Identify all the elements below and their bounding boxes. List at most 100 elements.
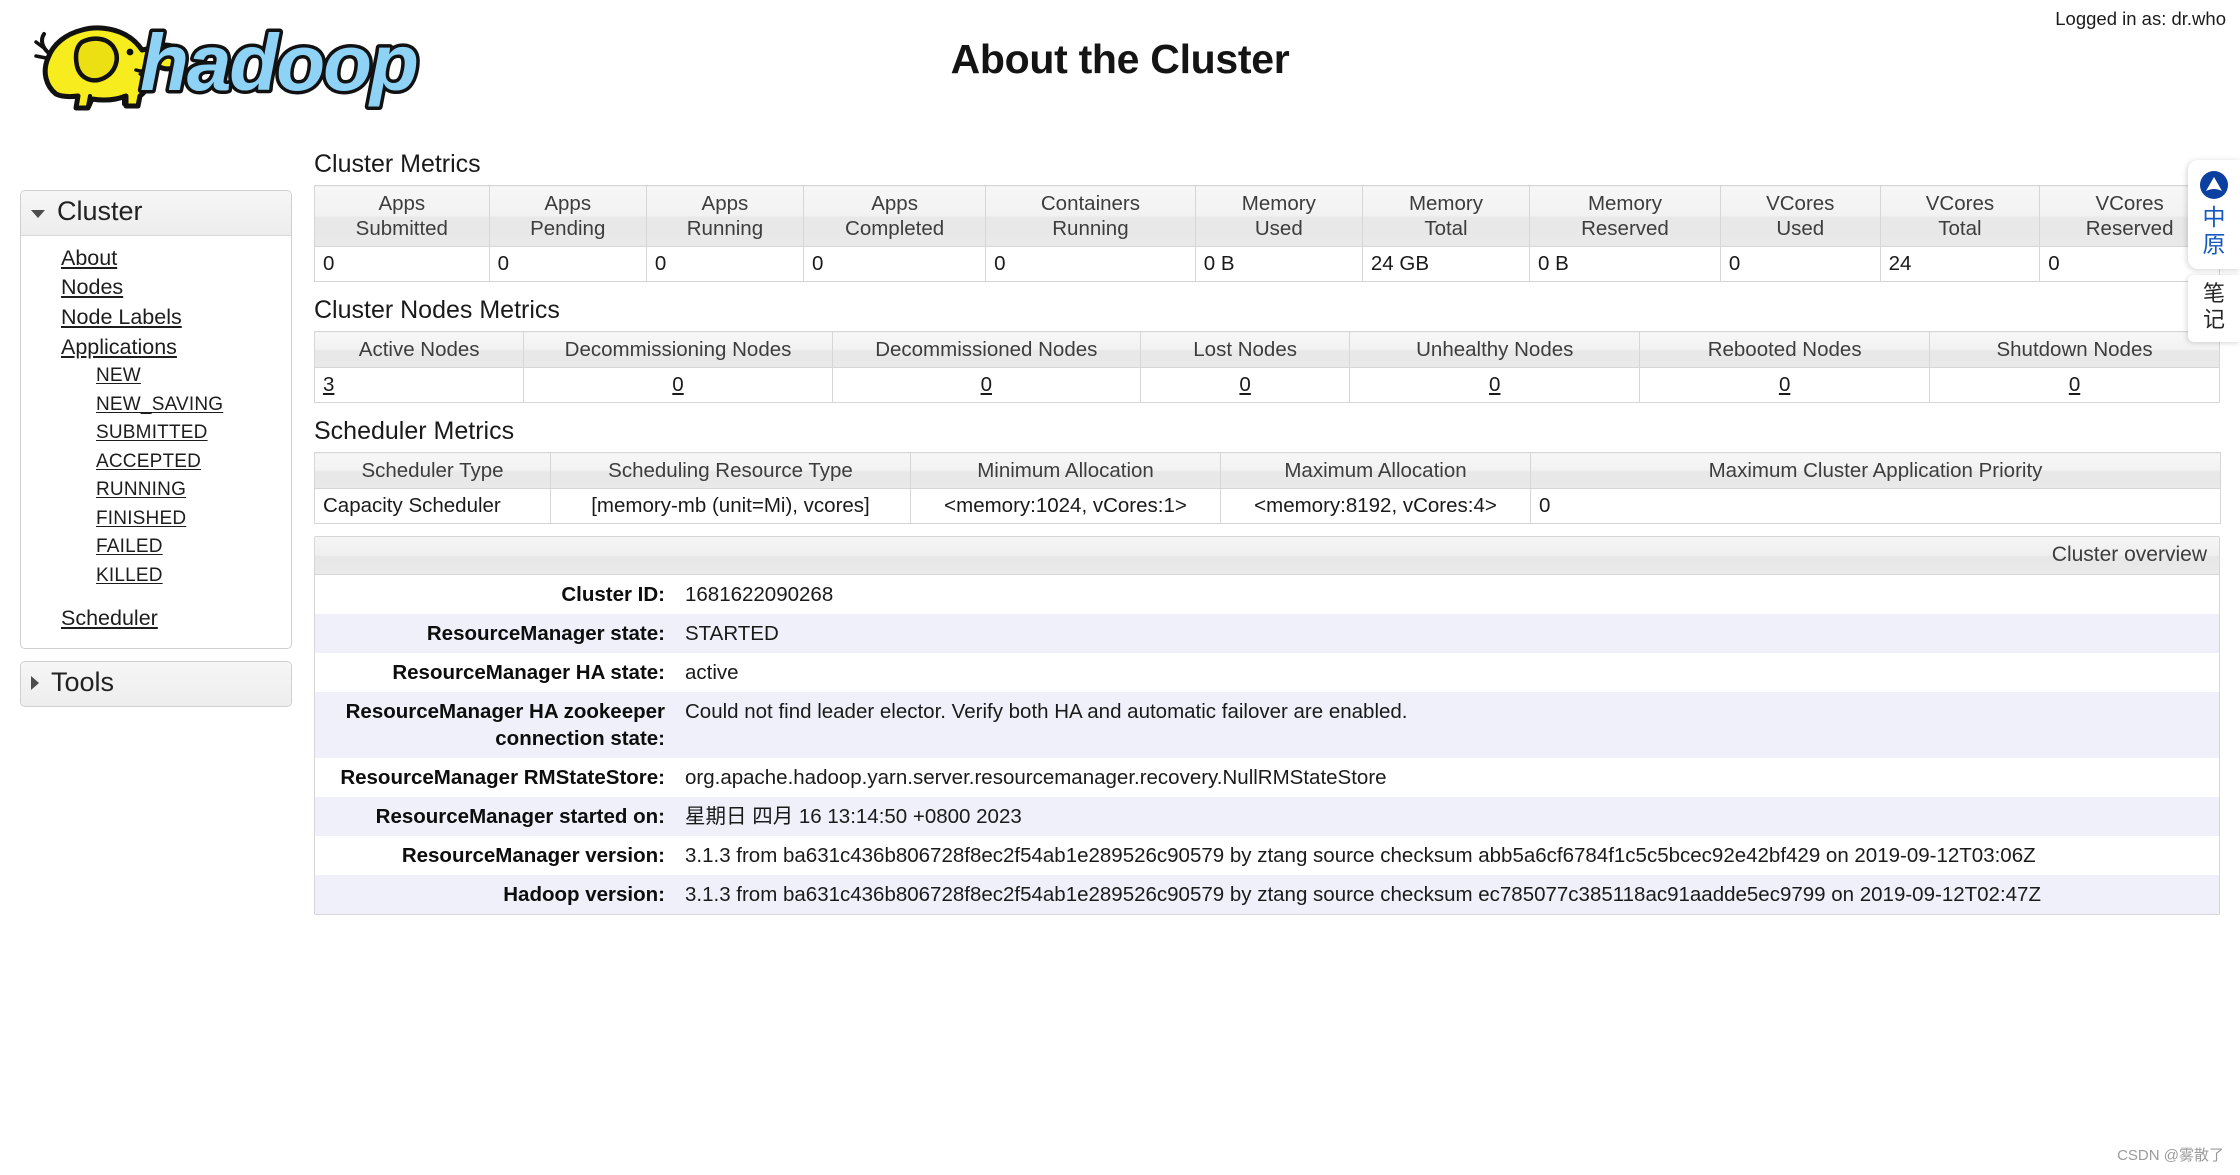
col-decommissioned-nodes: Decommissioned Nodes — [831, 331, 1141, 368]
table-row: ResourceManager version: 3.1.3 from ba63… — [315, 836, 2219, 875]
cluster-metrics-table: Apps Submitted Apps Pending Apps Running Ap… — [314, 185, 2220, 282]
sidebar-item-app-accepted[interactable]: ACCEPTED — [21, 448, 291, 477]
col-memory-total: Memory Total — [1361, 185, 1531, 247]
cell-unhealthy-nodes: 0 — [1349, 367, 1641, 403]
table-row: ResourceManager started on: 星期日 四月 16 13… — [315, 797, 2219, 837]
label-hadoop-version: Hadoop version: — [315, 875, 675, 915]
label-rm-state: ResourceManager state: — [315, 614, 675, 654]
table-row: ResourceManager HA state: active — [315, 653, 2219, 692]
sidebar-item-applications[interactable]: Applications — [21, 333, 291, 363]
table-row: Cluster ID: 1681622090268 — [315, 575, 2219, 614]
col-apps-pending: Apps Pending — [488, 185, 647, 247]
col-scheduling-resource-type: Scheduling Resource Type — [550, 452, 911, 489]
rebooted-nodes-link[interactable]: 0 — [1779, 373, 1790, 396]
value-hadoop-version: 3.1.3 from ba631c436b806728f8ec2f54ab1e2… — [675, 875, 2219, 915]
table-row: Hadoop version: 3.1.3 from ba631c436b806… — [315, 875, 2219, 915]
sidebar-tools-header[interactable]: Tools — [21, 661, 291, 706]
table-row: ResourceManager RMStateStore: org.apache… — [315, 758, 2219, 797]
value-rm-ha-zk-state: Could not find leader elector. Verify bo… — [675, 692, 2219, 759]
value-cluster-id: 1681622090268 — [685, 583, 834, 606]
cell-max-cluster-app-priority: 0 — [1530, 488, 2221, 524]
label-rm-started-on: ResourceManager started on: — [315, 797, 675, 837]
value-rm-started-on: 星期日 四月 16 13:14:50 +0800 2023 — [675, 797, 2219, 837]
sidebar-cluster-label: Cluster — [57, 196, 143, 226]
col-max-cluster-app-priority: Maximum Cluster Application Priority — [1530, 452, 2221, 489]
widget-notes-button[interactable]: 笔 记 — [2188, 275, 2240, 343]
col-unhealthy-nodes: Unhealthy Nodes — [1349, 331, 1641, 368]
table-row: Capacity Scheduler [memory-mb (unit=Mi),… — [314, 488, 2221, 524]
col-vcores-total: VCores Total — [1879, 185, 2041, 247]
cell-active-nodes: 3 — [313, 367, 525, 403]
sidebar-item-app-finished[interactable]: FINISHED — [21, 505, 291, 534]
cell-shutdown-nodes: 0 — [1929, 367, 2220, 403]
scheduler-metrics-title: Scheduler Metrics — [314, 417, 515, 445]
table-header-row: Apps Submitted Apps Pending Apps Running Ap… — [314, 185, 2220, 247]
sidebar-item-about[interactable]: About — [21, 244, 291, 274]
decommissioned-nodes-link[interactable]: 0 — [981, 373, 992, 396]
value-rm-ha-state: active — [685, 661, 739, 685]
table-row: ResourceManager HA zookeeper connection … — [315, 692, 2219, 759]
logged-in-user: Logged in as: dr.who — [2055, 8, 2226, 29]
sidebar-item-app-submitted[interactable]: SUBMITTED — [21, 419, 291, 448]
cell-memory-total: 24 GB — [1361, 246, 1531, 282]
widget-brand-card[interactable]: 中 原 — [2188, 160, 2240, 270]
lost-nodes-link[interactable]: 0 — [1239, 373, 1250, 396]
shutdown-nodes-link[interactable]: 0 — [2069, 373, 2080, 396]
col-apps-running: Apps Running — [645, 185, 805, 247]
table-row: ResourceManager state: STARTED — [315, 614, 2219, 654]
sidebar-item-app-running[interactable]: RUNNING — [21, 476, 291, 505]
sidebar: Cluster About Nodes Node Labels Applicat… — [20, 190, 292, 719]
label-rm-ha-zk-state: ResourceManager HA zookeeper connection … — [315, 692, 675, 759]
sidebar-item-app-new-saving[interactable]: NEW_SAVING — [21, 391, 291, 420]
scheduler-metrics-table: Scheduler Type Scheduling Resource Type … — [314, 452, 2221, 524]
col-rebooted-nodes: Rebooted Nodes — [1639, 331, 1931, 368]
col-memory-reserved: Memory Reserved — [1529, 185, 1721, 247]
cluster-overview-panel: Cluster overview Cluster ID: 16816220902… — [314, 536, 2220, 916]
sidebar-item-app-killed[interactable]: KILLED — [21, 562, 291, 591]
label-rm-version: ResourceManager version: — [401, 844, 665, 868]
brand-logo-icon — [2200, 171, 2228, 199]
col-active-nodes: Active Nodes — [313, 331, 525, 368]
label-rm-ha-state: ResourceManager HA state: — [392, 661, 665, 685]
widget-text-line1: 中 — [2202, 205, 2226, 231]
sidebar-item-app-failed[interactable]: FAILED — [21, 533, 291, 562]
col-decommissioning-nodes: Decommissioning Nodes — [523, 331, 833, 368]
cell-vcores-used: 0 — [1719, 246, 1881, 282]
cell-apps-submitted: 0 — [314, 246, 490, 282]
cell-apps-pending: 0 — [488, 246, 647, 282]
table-header-row: Active Nodes Decommissioning Nodes Decom… — [313, 331, 2220, 368]
sidebar-item-app-new[interactable]: NEW — [21, 362, 291, 391]
widget-text-line2: 原 — [2202, 232, 2226, 259]
cell-vcores-total: 24 — [1879, 246, 2041, 282]
main-content: Cluster Metrics Apps Submitted Apps Pendin… — [313, 150, 2240, 916]
sidebar-panel-cluster: Cluster About Nodes Node Labels Applicat… — [20, 190, 292, 649]
value-rm-state: STARTED — [675, 614, 2219, 654]
cell-memory-reserved: 0 B — [1529, 246, 1721, 282]
cluster-metrics-title: Cluster Metrics — [314, 150, 481, 178]
page-header: hadoop About the Cluster Logged in as: d… — [0, 0, 2240, 130]
sidebar-item-scheduler[interactable]: Scheduler — [21, 604, 291, 634]
cell-memory-used: 0 B — [1194, 246, 1363, 282]
sidebar-cluster-header[interactable]: Cluster — [21, 191, 291, 236]
col-minimum-allocation: Minimum Allocation — [910, 452, 1221, 489]
col-scheduler-type: Scheduler Type — [314, 452, 551, 489]
unhealthy-nodes-link[interactable]: 0 — [1489, 373, 1500, 396]
cell-decommissioned-nodes: 0 — [831, 367, 1141, 403]
cluster-nodes-metrics-table: Active Nodes Decommissioning Nodes Decom… — [313, 331, 2220, 403]
label-cluster-id: Cluster ID: — [561, 583, 665, 606]
col-memory-used: Memory Used — [1194, 185, 1363, 247]
active-nodes-link[interactable]: 3 — [323, 373, 334, 396]
decommissioning-nodes-link[interactable]: 0 — [672, 373, 683, 396]
sidebar-tools-label: Tools — [51, 666, 115, 697]
col-maximum-allocation: Maximum Allocation — [1220, 452, 1531, 489]
sidebar-item-nodes[interactable]: Nodes — [21, 273, 291, 303]
sidebar-panel-tools: Tools — [20, 660, 292, 707]
cell-scheduling-resource-type: [memory-mb (unit=Mi), vcores] — [550, 488, 911, 524]
col-apps-completed: Apps Completed — [803, 185, 987, 247]
sidebar-item-node-labels[interactable]: Node Labels — [21, 303, 291, 333]
cluster-overview-caption: Cluster overview — [315, 537, 2219, 575]
cell-apps-running: 0 — [645, 246, 805, 282]
cluster-overview-table: Cluster ID: 1681622090268 ResourceManage… — [315, 575, 2219, 915]
nodes-metrics-title: Cluster Nodes Metrics — [314, 296, 560, 324]
cell-containers-running: 0 — [985, 246, 1196, 282]
